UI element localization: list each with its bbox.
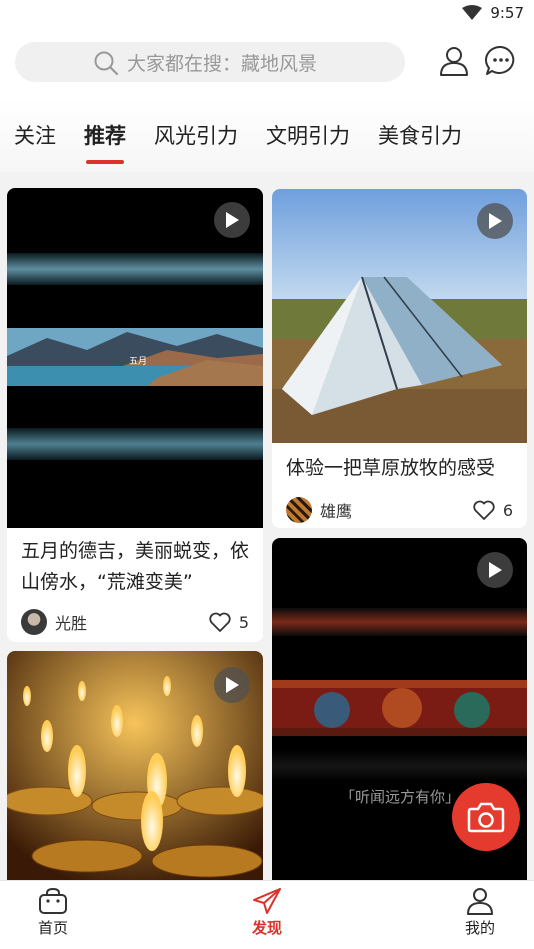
- play-button[interactable]: [477, 552, 513, 588]
- status-time: 9:57: [490, 4, 524, 22]
- heart-icon: [209, 612, 231, 632]
- tab-civilization[interactable]: 文明引力: [252, 120, 364, 150]
- card-title: 体验一把草原放牧的感受: [286, 457, 496, 479]
- nav-home[interactable]: 首页: [18, 887, 88, 938]
- feed: 五月 五月的德吉，美丽蜕变，依山傍水，“荒滩变美” 光胜 5 体验一把草原放牧的…: [0, 188, 534, 880]
- card-meta: 光胜 5: [7, 604, 263, 640]
- tab-follow[interactable]: 关注: [0, 120, 70, 150]
- nav-discover[interactable]: 发现: [232, 887, 302, 938]
- like-count: 6: [502, 500, 513, 520]
- feed-card[interactable]: [7, 651, 263, 880]
- status-bar: 9:57: [0, 0, 534, 30]
- play-icon: [226, 677, 239, 693]
- tab-recommend[interactable]: 推荐: [70, 120, 140, 164]
- blurred-strip: [7, 428, 263, 460]
- like-count: 5: [238, 612, 249, 632]
- play-icon: [489, 213, 502, 229]
- video-thumbnail: [272, 189, 527, 443]
- avatar[interactable]: [21, 609, 47, 635]
- card-title: 五月的德吉，美丽蜕变，依山傍水，“荒滩变美”: [21, 540, 250, 593]
- search-bar[interactable]: 大家都在搜：藏地风景: [15, 42, 405, 82]
- tab-scenery[interactable]: 风光引力: [140, 120, 252, 150]
- tab-food[interactable]: 美食引力: [364, 120, 476, 150]
- author-name[interactable]: 雄鹰: [320, 498, 352, 522]
- blurred-strip: [7, 253, 263, 285]
- nav-label: 我的: [464, 919, 495, 937]
- blurred-strip: [272, 608, 527, 636]
- message-icon[interactable]: [484, 44, 518, 78]
- status-right: 9:57: [462, 4, 524, 22]
- heart-icon: [473, 500, 495, 520]
- header: 大家都在搜：藏地风景: [0, 30, 534, 98]
- camera-post-button[interactable]: [452, 783, 520, 851]
- video-thumbnail: 五月: [7, 188, 263, 528]
- nav-label: 发现: [251, 919, 282, 937]
- feed-card[interactable]: 五月 五月的德吉，美丽蜕变，依山傍水，“荒滩变美” 光胜 5: [7, 188, 263, 642]
- card-meta: 雄鹰 6: [272, 492, 527, 528]
- category-tabs: 关注 推荐 风光引力 文明引力 美食引力: [0, 98, 534, 172]
- user-icon: [467, 888, 493, 915]
- thangka-painting-image: [272, 680, 527, 736]
- search-placeholder: 大家都在搜：藏地风景: [127, 52, 318, 75]
- play-icon: [226, 212, 239, 228]
- play-button[interactable]: [214, 667, 250, 703]
- video-caption: 「听闻远方有你」: [340, 788, 461, 806]
- like-group[interactable]: 6: [473, 500, 513, 520]
- search-icon: [94, 51, 119, 76]
- feed-card[interactable]: 体验一把草原放牧的感受 雄鹰 6: [272, 189, 527, 528]
- avatar[interactable]: [286, 497, 312, 523]
- blurred-strip: [272, 750, 527, 782]
- play-button[interactable]: [214, 202, 250, 238]
- like-group[interactable]: 5: [209, 612, 249, 632]
- play-button[interactable]: [477, 203, 513, 239]
- bag-icon: [39, 887, 67, 914]
- bottom-nav: 首页 发现 我的: [0, 880, 534, 949]
- camera-icon: [467, 802, 505, 833]
- play-icon: [489, 562, 502, 578]
- video-caption: 五月: [129, 357, 148, 367]
- user-profile-icon[interactable]: [437, 44, 471, 78]
- nav-label: 首页: [37, 919, 68, 937]
- wifi-icon: [462, 5, 483, 20]
- author-name[interactable]: 光胜: [55, 610, 87, 634]
- nav-mine[interactable]: 我的: [445, 887, 515, 938]
- paper-plane-icon: [253, 888, 281, 914]
